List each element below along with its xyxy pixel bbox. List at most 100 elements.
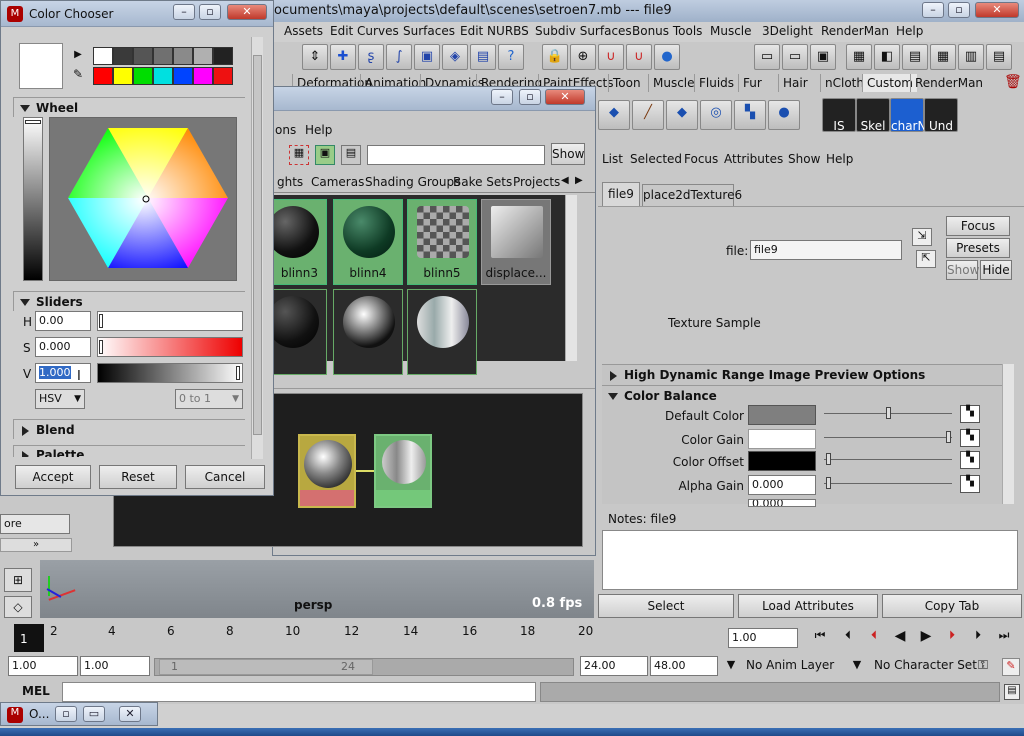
- step-fwd-key-icon[interactable]: ⏵: [940, 628, 964, 648]
- ae-tab-file9[interactable]: file9: [602, 182, 640, 206]
- ipr-render-icon[interactable]: ▤: [902, 44, 928, 70]
- ae-alpha-gain-handle[interactable]: [826, 477, 831, 489]
- ae-menu-help[interactable]: Help: [826, 152, 853, 166]
- ae-color-balance-section[interactable]: Color Balance: [602, 385, 1006, 405]
- shelf-poly-icon[interactable]: ◆: [598, 100, 630, 130]
- range-start-field[interactable]: 1.00: [8, 656, 78, 676]
- cancel-button[interactable]: Cancel: [185, 465, 265, 489]
- hs-tab-prev-icon[interactable]: ◀: [561, 175, 569, 186]
- menu-surfaces[interactable]: Surfaces: [403, 24, 455, 38]
- minimized-window[interactable]: M O... ▫ ▭ ✕: [0, 702, 158, 726]
- hs-show-button[interactable]: Show: [551, 143, 585, 165]
- shelf-tab-ncloth[interactable]: nCloth: [820, 74, 868, 92]
- layout-single-icon[interactable]: ⊞: [4, 568, 32, 592]
- key-icon[interactable]: ⚿: [978, 658, 988, 673]
- magnet-icon[interactable]: ▤: [470, 44, 496, 70]
- menu-help[interactable]: Help: [896, 24, 923, 38]
- shelf-blocks-icon[interactable]: ▚: [734, 100, 766, 130]
- play-back-icon[interactable]: ◀: [888, 628, 912, 648]
- min-max-button[interactable]: ▭: [83, 706, 105, 722]
- shelf-cubes-icon[interactable]: ◆: [666, 100, 698, 130]
- lock-icon[interactable]: 🔒: [542, 44, 568, 70]
- clapper-icon[interactable]: ◧: [874, 44, 900, 70]
- ae-scrollbar[interactable]: [1002, 364, 1014, 504]
- menu-subdiv-surfaces[interactable]: Subdiv Surfaces: [535, 24, 632, 38]
- cc-maximize-button[interactable]: ▫: [199, 4, 221, 20]
- palette-swatch[interactable]: [113, 47, 133, 65]
- palette-swatch[interactable]: [193, 47, 213, 65]
- render-settings-icon[interactable]: ▣: [810, 44, 836, 70]
- history-icon[interactable]: ⊕: [570, 44, 596, 70]
- range-end-field[interactable]: 24.00: [580, 656, 648, 676]
- shelf-is-icon[interactable]: IS: [822, 98, 856, 133]
- goto-start-icon[interactable]: ⏮: [808, 628, 832, 648]
- shelf-tab-custom[interactable]: Custom: [862, 74, 917, 92]
- hs-tab-bake-sets[interactable]: Bake Sets: [453, 175, 512, 189]
- palette-swatch[interactable]: [133, 47, 153, 65]
- maya-maximize-button[interactable]: ▫: [948, 2, 970, 18]
- anim-layer-dropdown-icon[interactable]: ▼: [722, 658, 740, 676]
- wheel-section-header[interactable]: Wheel: [13, 97, 245, 117]
- ae-color-gain-slider[interactable]: [824, 437, 952, 438]
- swatch-displace[interactable]: displace...: [481, 199, 551, 285]
- swatch-blinn4[interactable]: blinn4: [333, 199, 403, 285]
- char-set-dropdown-icon[interactable]: ▼: [848, 658, 866, 676]
- move-tool-icon[interactable]: ✚: [330, 44, 356, 70]
- reset-button[interactable]: Reset: [99, 465, 177, 489]
- hs-maximize-button[interactable]: ▫: [519, 89, 541, 105]
- cc-minimize-button[interactable]: –: [173, 4, 195, 20]
- range-dropdown[interactable]: 0 to 1 ▼: [175, 389, 243, 409]
- palette-swatch[interactable]: [173, 67, 193, 85]
- ae-menu-list[interactable]: List: [602, 152, 623, 166]
- shelf-charn-icon[interactable]: charN: [890, 98, 926, 133]
- hs-menu-options[interactable]: ons: [275, 123, 296, 137]
- min-restore-button[interactable]: ▫: [55, 706, 77, 722]
- palette-swatch[interactable]: [133, 67, 153, 85]
- play-forward-icon[interactable]: ▶: [914, 628, 938, 648]
- v-field[interactable]: 1.000: [35, 363, 91, 383]
- palette-section-header[interactable]: Palette: [13, 445, 245, 457]
- shelf-tab-fluids[interactable]: Fluids: [694, 74, 738, 92]
- channel-box-icon[interactable]: ▤: [986, 44, 1012, 70]
- ae-menu-attributes[interactable]: Attributes: [724, 152, 783, 166]
- menu-muscle[interactable]: Muscle: [710, 24, 752, 38]
- shelf-ball-icon[interactable]: ●: [768, 100, 800, 130]
- persp-viewport[interactable]: persp 0.8 fps: [0, 560, 594, 618]
- palette-swatch[interactable]: [153, 47, 173, 65]
- shelf-brush-icon[interactable]: ╱: [632, 100, 664, 130]
- ae-menu-show[interactable]: Show: [788, 152, 820, 166]
- question-icon[interactable]: ?: [498, 44, 524, 70]
- cc-close-button[interactable]: ✕: [227, 4, 267, 20]
- ae-color-gain-handle[interactable]: [946, 431, 951, 443]
- h-field[interactable]: 0.00: [35, 311, 91, 331]
- h-slider[interactable]: [97, 311, 243, 331]
- palette-swatch[interactable]: [153, 67, 173, 85]
- palette-swatch[interactable]: [113, 67, 133, 85]
- step-back-key-icon[interactable]: ⏴: [862, 628, 886, 648]
- hs-graph-icon[interactable]: ▦: [289, 145, 309, 165]
- cc-scrollbar[interactable]: [251, 37, 263, 459]
- ae-alpha-gain-slider[interactable]: [824, 483, 952, 484]
- render-icon[interactable]: ▭: [754, 44, 780, 70]
- snap-grid-icon[interactable]: ʂ: [358, 44, 384, 70]
- hs-filter-field[interactable]: [367, 145, 545, 165]
- ae-color-offset-swatch[interactable]: [748, 451, 816, 471]
- step-back-icon[interactable]: ⏴: [836, 628, 860, 648]
- prefs-icon[interactable]: ✎: [1002, 658, 1020, 676]
- swatch-material-6[interactable]: [333, 289, 403, 375]
- s-slider[interactable]: [97, 337, 243, 357]
- menu-renderman[interactable]: RenderMan: [821, 24, 889, 38]
- hs-minimize-button[interactable]: –: [491, 89, 513, 105]
- ae-default-color-swatch[interactable]: [748, 405, 816, 425]
- value-strip[interactable]: [23, 117, 43, 281]
- ae-focus-button[interactable]: Focus: [946, 216, 1010, 236]
- mode-dropdown[interactable]: HSV ▼: [35, 389, 85, 409]
- ae-file-field[interactable]: file9: [750, 240, 902, 260]
- eyedropper-icon[interactable]: ✎: [69, 67, 87, 83]
- range-start2-field[interactable]: 1.00: [80, 656, 150, 676]
- ae-alpha-gain-field[interactable]: 0.000: [748, 475, 816, 495]
- palette-swatch[interactable]: [93, 47, 113, 65]
- ae-menu-focus[interactable]: Focus: [684, 152, 718, 166]
- display-icon[interactable]: ▥: [958, 44, 984, 70]
- range-end2-field[interactable]: 48.00: [650, 656, 718, 676]
